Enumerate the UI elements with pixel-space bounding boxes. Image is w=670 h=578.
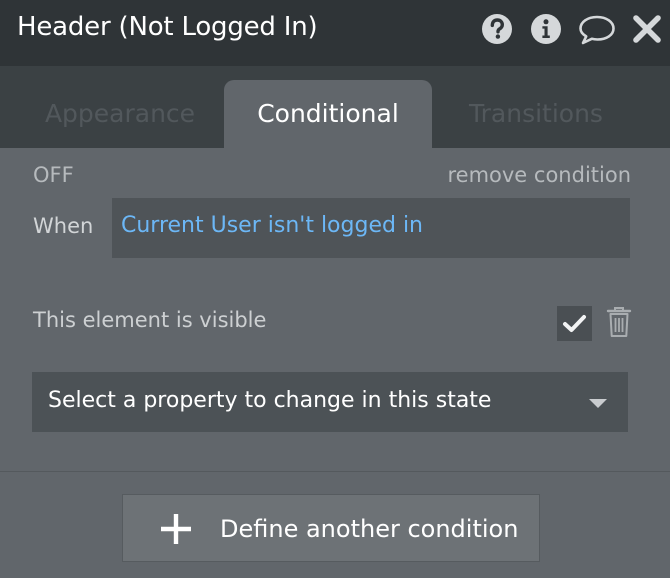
tab-transitions[interactable]: Transitions	[432, 80, 640, 148]
close-icon[interactable]	[633, 13, 661, 45]
condition-expression-text: Current User isn't logged in	[121, 213, 423, 238]
define-button-label: Define another condition	[220, 515, 519, 543]
chevron-down-icon	[589, 399, 607, 408]
trash-icon[interactable]	[605, 306, 633, 338]
condition-expression-field[interactable]: Current User isn't logged in	[112, 198, 630, 258]
section-divider	[0, 471, 670, 472]
property-visible-label: This element is visible	[33, 308, 267, 332]
tab-appearance[interactable]: Appearance	[16, 80, 224, 148]
info-icon[interactable]	[530, 13, 562, 45]
remove-condition-link[interactable]: remove condition	[447, 163, 631, 187]
define-another-condition-button[interactable]: Define another condition	[122, 494, 540, 562]
help-icon[interactable]	[481, 13, 513, 45]
condition-state-toggle[interactable]: OFF	[33, 163, 74, 187]
plus-icon	[161, 514, 191, 544]
property-select-placeholder: Select a property to change in this stat…	[48, 388, 492, 413]
checkmark-icon	[563, 315, 586, 332]
when-label: When	[33, 214, 94, 238]
title-bar: Header (Not Logged In)	[0, 0, 670, 66]
conditional-editor-panel: Header (Not Logged In) Appearance Condit…	[0, 0, 670, 578]
tab-conditional[interactable]: Conditional	[224, 80, 432, 148]
property-visible-checkbox[interactable]	[557, 306, 592, 341]
comment-icon[interactable]	[578, 13, 616, 45]
property-select-dropdown[interactable]: Select a property to change in this stat…	[32, 372, 628, 432]
window-title: Header (Not Logged In)	[17, 12, 318, 42]
tab-bar: Appearance Conditional Transitions	[0, 66, 670, 148]
